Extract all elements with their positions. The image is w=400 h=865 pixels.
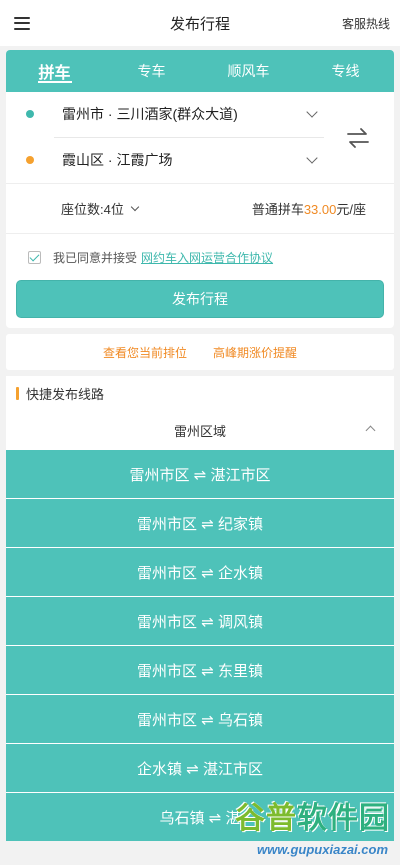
- region-toggle[interactable]: 雷州区域: [6, 410, 394, 450]
- agreement-text: 我已同意并接受: [53, 250, 138, 265]
- tab-private-car[interactable]: 专车: [103, 50, 200, 92]
- customer-hotline-link[interactable]: 客服热线: [342, 15, 390, 32]
- quick-route-item[interactable]: 企水镇 ⇌ 湛江市区: [6, 744, 394, 792]
- page-title: 发布行程: [169, 15, 230, 33]
- tab-carpool[interactable]: 拼车: [6, 50, 103, 92]
- quick-route-item[interactable]: 雷州市区 ⇌ 纪家镇: [6, 499, 394, 547]
- chevron-down-icon: [306, 106, 318, 118]
- chevron-down-icon: [130, 202, 140, 211]
- quick-route-item[interactable]: 雷州市区 ⇌ 企水镇: [6, 548, 394, 596]
- trip-type-tabs: 拼车 专车 顺风车 专线: [6, 50, 394, 92]
- chevron-up-icon: [365, 425, 376, 436]
- price-amount: 33.00: [303, 202, 337, 217]
- agreement-checkbox[interactable]: [28, 250, 41, 264]
- quick-routes-section: 快捷发布线路 雷州区域 雷州市区 ⇌ 湛江市区 雷州市区 ⇌ 纪家镇 雷州市区 …: [6, 376, 394, 841]
- swap-arrows-icon[interactable]: [344, 125, 372, 151]
- tab-hitch-ride[interactable]: 顺风车: [200, 50, 297, 92]
- quick-route-item[interactable]: 雷州市区 ⇌ 调风镇: [6, 597, 394, 645]
- tab-dedicated-line[interactable]: 专线: [297, 50, 394, 92]
- price-prefix: 普通拼车: [251, 202, 304, 217]
- destination-field[interactable]: 霞山区 · 江霞广场: [6, 138, 324, 182]
- seat-count-select[interactable]: 座位数:4位: [61, 199, 140, 218]
- quick-route-item[interactable]: 雷州市区 ⇌ 湛江市区: [6, 450, 394, 498]
- quick-routes-title: 快捷发布线路: [26, 386, 105, 402]
- hamburger-menu-icon[interactable]: [14, 16, 30, 30]
- chevron-down-icon: [306, 152, 318, 164]
- view-rank-link[interactable]: 查看您当前排位: [103, 344, 187, 361]
- site-watermark: 谷普软件园 www.gupuxiazai.com: [214, 801, 396, 861]
- origin-field[interactable]: 雷州市 · 三川酒家(群众大道): [6, 92, 324, 136]
- price-suffix: 元/座: [336, 202, 366, 217]
- destination-dot: [26, 156, 34, 164]
- rank-links-bar: 查看您当前排位 高峰期涨价提醒: [6, 334, 394, 370]
- agreement-link[interactable]: 网约车入网运营合作协议: [141, 249, 273, 266]
- watermark-url: www.gupuxiazai.com: [257, 842, 388, 857]
- price-info: 普通拼车33.00元/座: [252, 199, 366, 218]
- seat-count-label: 座位数:4位: [61, 202, 124, 217]
- quick-routes-list: 雷州市区 ⇌ 湛江市区 雷州市区 ⇌ 纪家镇 雷州市区 ⇌ 企水镇 雷州市区 ⇌…: [6, 450, 394, 841]
- watermark-title: 谷普软件园: [235, 801, 390, 836]
- trip-form-card: 拼车 专车 顺风车 专线 雷州市 · 三川酒家(群众大道) 霞山区 · 江霞广场…: [6, 50, 394, 328]
- peak-price-link[interactable]: 高峰期涨价提醒: [213, 344, 297, 361]
- destination-label: 霞山区 · 江霞广场: [62, 152, 173, 168]
- quick-route-item[interactable]: 雷州市区 ⇌ 东里镇: [6, 646, 394, 694]
- seat-price-row: 座位数:4位 普通拼车33.00元/座: [6, 184, 394, 234]
- route-selector: 雷州市 · 三川酒家(群众大道) 霞山区 · 江霞广场: [6, 92, 394, 184]
- region-label: 雷州区域: [173, 423, 226, 439]
- publish-wrap: 发布行程: [6, 280, 394, 328]
- header: 发布行程 客服热线: [0, 0, 400, 46]
- origin-label: 雷州市 · 三川酒家(群众大道): [62, 106, 238, 122]
- quick-route-item[interactable]: 雷州市区 ⇌ 乌石镇: [6, 695, 394, 743]
- quick-routes-header: 快捷发布线路: [6, 376, 394, 410]
- section-marker: [16, 386, 19, 400]
- publish-trip-button[interactable]: 发布行程: [16, 280, 384, 318]
- origin-dot: [26, 110, 34, 118]
- agreement-row: 我已同意并接受 网约车入网运营合作协议: [6, 234, 394, 280]
